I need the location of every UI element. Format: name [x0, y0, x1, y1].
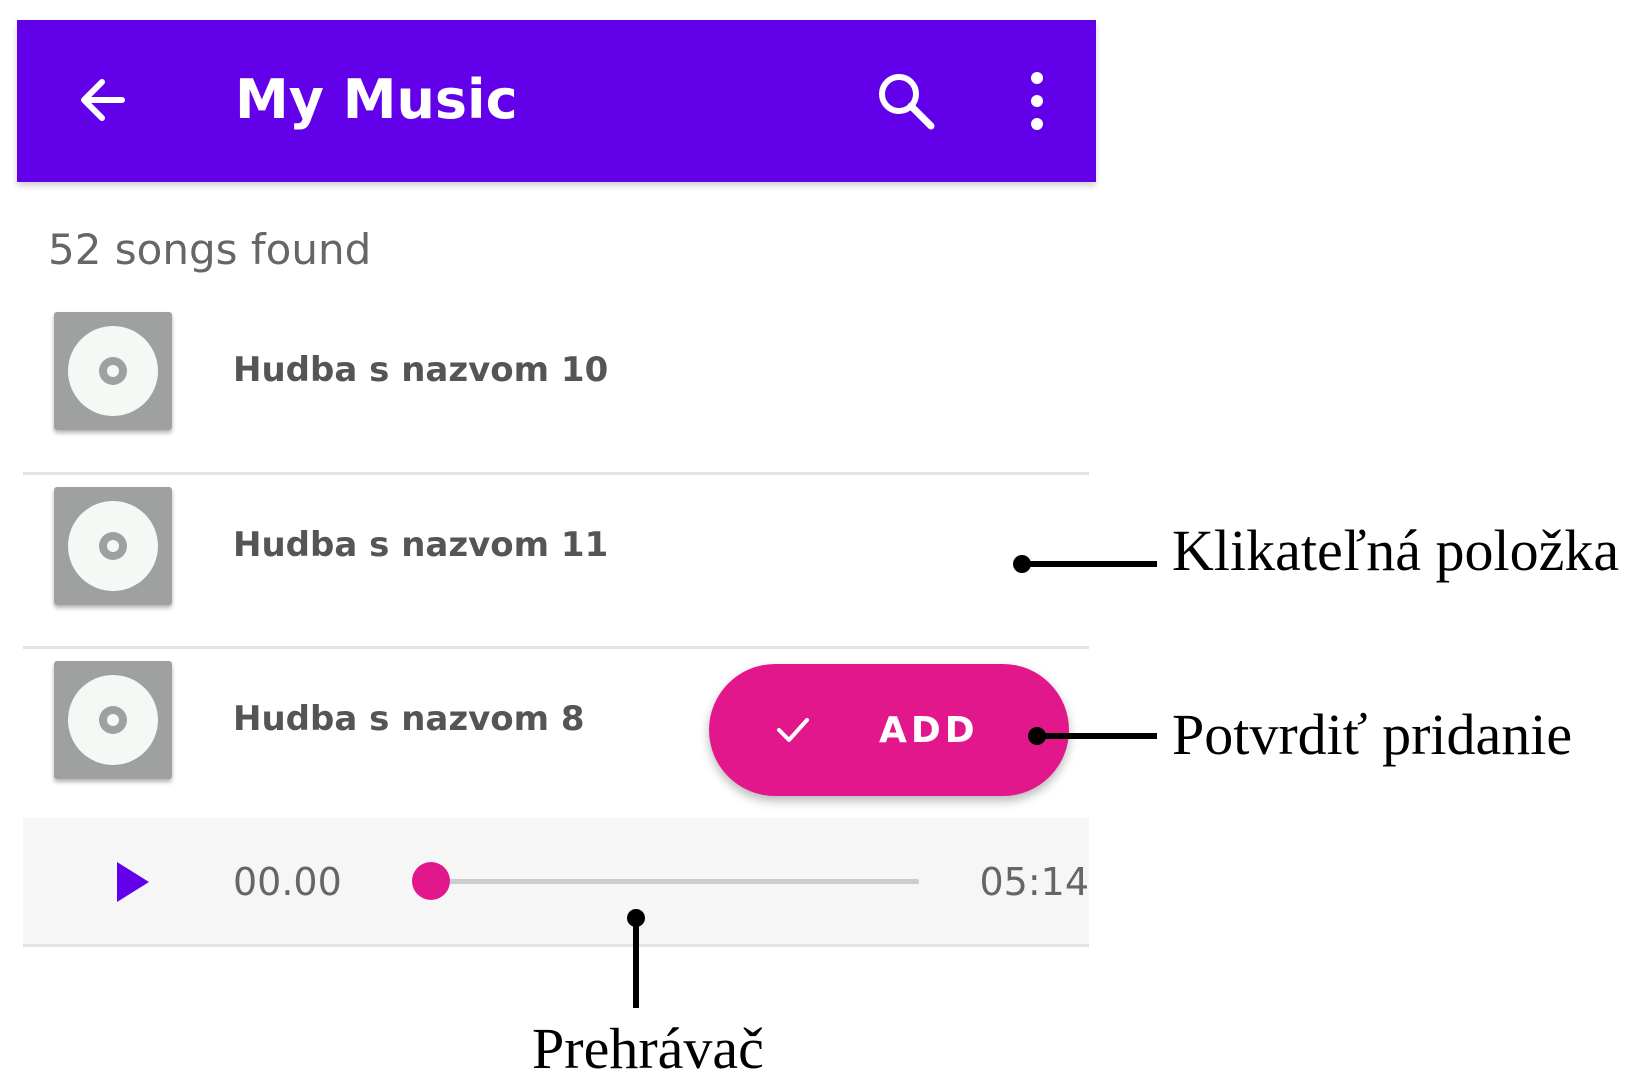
disc-icon: [68, 675, 158, 765]
annotation-player: Prehrávač: [532, 1016, 764, 1081]
album-art: [54, 661, 172, 779]
add-button-label: ADD: [879, 710, 979, 751]
seek-bar[interactable]: [412, 862, 919, 900]
song-title: Hudba s nazvom 8: [233, 699, 585, 739]
seek-bar-thumb[interactable]: [412, 862, 450, 900]
album-art: [54, 487, 172, 605]
current-time: 00.00: [233, 860, 342, 904]
page-title: My Music: [235, 68, 518, 131]
more-vert-icon[interactable]: [1017, 68, 1057, 134]
total-time: 05:14: [979, 860, 1089, 904]
app-bar: My Music: [17, 20, 1096, 182]
song-list-item[interactable]: Hudba s nazvom 10: [23, 300, 1089, 472]
disc-icon: [68, 501, 158, 591]
music-player: 00.00 05:14: [23, 818, 1089, 944]
divider: [23, 944, 1089, 947]
check-icon: [777, 718, 809, 742]
arrow-back-icon[interactable]: [72, 70, 132, 130]
song-title: Hudba s nazvom 10: [233, 350, 609, 390]
annotation-confirm-add: Potvrdiť pridanie: [1172, 702, 1573, 767]
annotation-clickable-item: Klikateľná položka: [1172, 518, 1620, 583]
search-icon[interactable]: [873, 68, 939, 134]
disc-icon: [68, 326, 158, 416]
album-art: [54, 312, 172, 430]
add-button[interactable]: ADD: [709, 664, 1069, 796]
song-list-item[interactable]: Hudba s nazvom 11: [23, 475, 1089, 647]
song-title: Hudba s nazvom 11: [233, 525, 609, 565]
play-icon[interactable]: [113, 858, 153, 906]
song-count: 52 songs found: [48, 225, 372, 274]
